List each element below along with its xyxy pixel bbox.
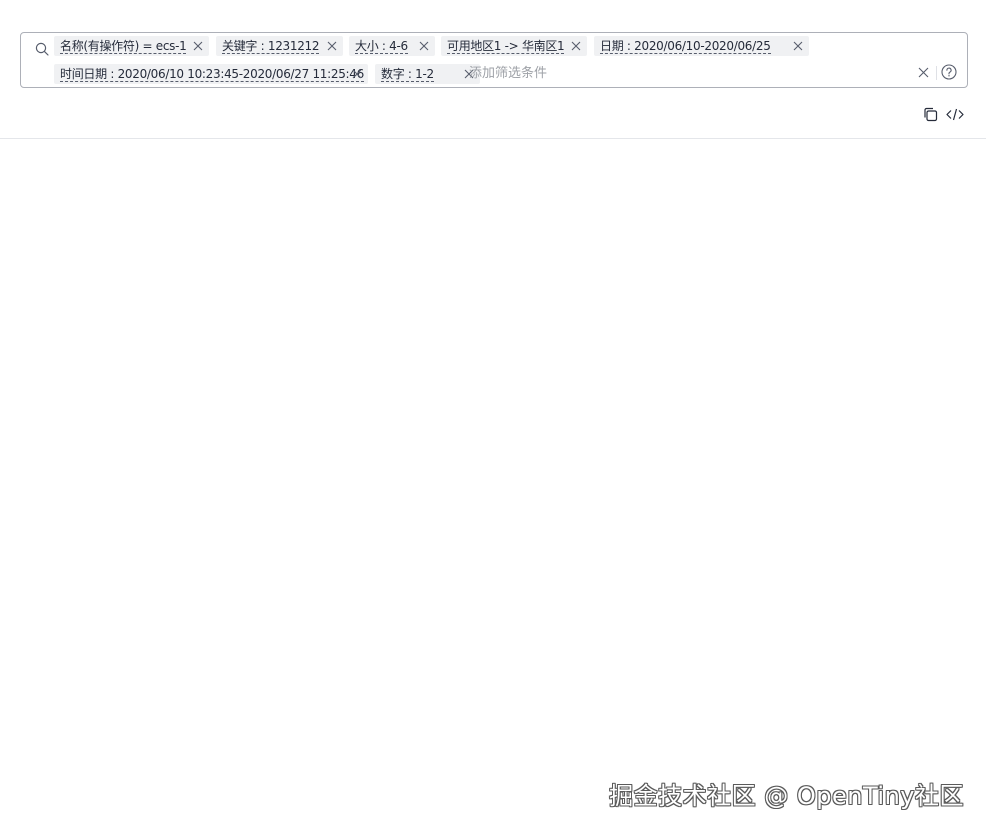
section-divider <box>0 138 986 139</box>
close-icon[interactable] <box>571 41 581 51</box>
clear-icon[interactable] <box>918 67 929 78</box>
divider <box>936 66 937 80</box>
close-icon[interactable] <box>419 41 429 51</box>
filter-tag-label: 关键字 : 1231212 <box>222 39 320 54</box>
filter-tag[interactable]: 数字 : 1-2 <box>375 64 480 84</box>
filter-tag[interactable]: 名称(有操作符) = ecs-1 <box>54 36 209 56</box>
search-icon <box>35 42 49 56</box>
filter-tag-label: 大小 : 4-6 <box>355 39 408 54</box>
watermark: 掘金技术社区 @ OpenTiny社区 <box>609 782 964 810</box>
filter-search-box[interactable]: 名称(有操作符) = ecs-1 关键字 : 1231212 大小 : 4-6 … <box>20 32 968 88</box>
filter-tag-label: 可用地区1 -> 华南区1 <box>447 39 565 54</box>
close-icon[interactable] <box>793 41 803 51</box>
help-icon[interactable] <box>941 64 957 80</box>
filter-tag-label: 名称(有操作符) = ecs-1 <box>60 39 187 54</box>
filter-tag[interactable]: 时间日期 : 2020/06/10 10:23:45-2020/06/27 11… <box>54 64 368 84</box>
page: 名称(有操作符) = ecs-1 关键字 : 1231212 大小 : 4-6 … <box>0 0 986 830</box>
filter-tag[interactable]: 可用地区1 -> 华南区1 <box>441 36 587 56</box>
close-icon[interactable] <box>352 69 362 79</box>
filter-tag[interactable]: 大小 : 4-6 <box>349 36 435 56</box>
copy-icon[interactable] <box>923 107 938 122</box>
filter-tag-label: 数字 : 1-2 <box>381 67 434 82</box>
code-icon[interactable] <box>946 108 964 121</box>
close-icon[interactable] <box>327 41 337 51</box>
filter-tag-label: 时间日期 : 2020/06/10 10:23:45-2020/06/27 11… <box>60 67 364 82</box>
close-icon[interactable] <box>193 41 203 51</box>
filter-tag[interactable]: 关键字 : 1231212 <box>216 36 343 56</box>
filter-tag[interactable]: 日期 : 2020/06/10-2020/06/25 <box>594 36 809 56</box>
filter-input[interactable] <box>469 63 769 83</box>
filter-tag-label: 日期 : 2020/06/10-2020/06/25 <box>600 39 771 54</box>
